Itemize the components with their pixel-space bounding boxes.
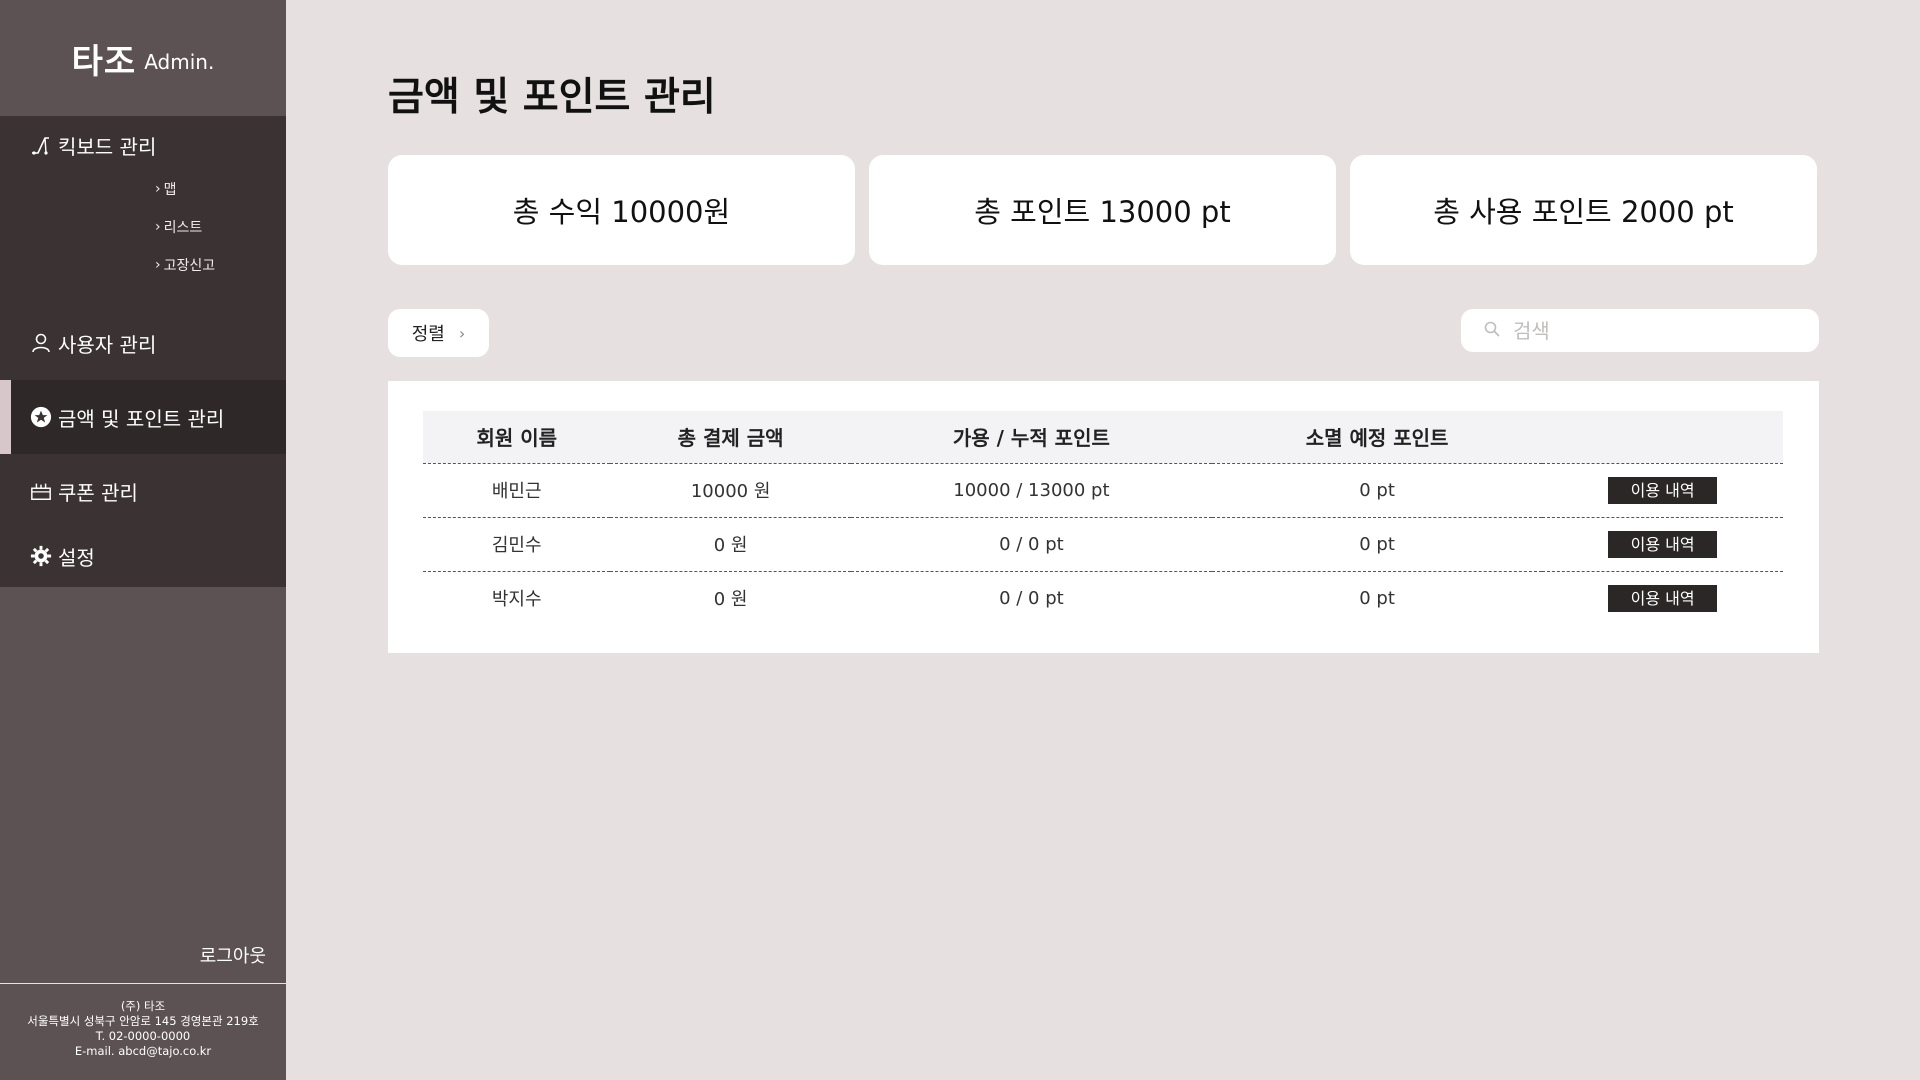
cell-expiring: 0 pt <box>1359 479 1395 501</box>
sidebar-item-kickboard[interactable]: 킥보드 관리 <box>0 116 286 168</box>
chevron-right-icon: › <box>155 181 161 197</box>
footer-company: (주) 타조 <box>120 999 166 1013</box>
cell-expiring: 0 pt <box>1359 587 1395 609</box>
column-header-points[interactable]: 가용 / 누적 포인트 <box>851 411 1212 463</box>
table-row: 배민근 10000 원 10000 / 13000 pt 0 pt 이용 내역 <box>423 463 1783 517</box>
sidebar-item-label: 킥보드 관리 <box>58 134 157 159</box>
coupon-icon <box>30 480 52 502</box>
chevron-right-icon: › <box>458 323 466 343</box>
cell-points: 0 / 0 pt <box>999 533 1064 555</box>
submenu-item-label: 고장신고 <box>163 258 216 274</box>
cell-payment: 10000 원 <box>690 481 771 502</box>
sidebar-divider <box>0 983 286 984</box>
chevron-right-icon: › <box>155 257 161 273</box>
cell-name: 박지수 <box>491 589 542 611</box>
cell-name: 배민근 <box>491 481 542 502</box>
cell-points: 10000 / 13000 pt <box>953 479 1110 501</box>
cell-payment: 0 원 <box>713 535 748 556</box>
kickboard-submenu: › 맵 › 리스트 › 고장신고 <box>0 168 286 306</box>
submenu-item-list[interactable]: › 리스트 <box>0 208 286 246</box>
sort-button[interactable]: 정렬 › <box>388 309 489 357</box>
table-row: 박지수 0 원 0 / 0 pt 0 pt 이용 내역 <box>423 571 1783 625</box>
star-circle-icon <box>30 406 52 428</box>
summary-cards: 총 수익 10000원 총 포인트 13000 pt 총 사용 포인트 2000… <box>388 155 1817 265</box>
column-header-name[interactable]: 회원 이름 <box>423 411 610 463</box>
kickboard-icon <box>30 134 52 156</box>
brand-suffix: Admin. <box>144 50 215 74</box>
sidebar-item-label: 설정 <box>58 545 95 570</box>
usage-history-button[interactable]: 이용 내역 <box>1608 584 1718 612</box>
submenu-item-label: 맵 <box>163 182 177 198</box>
column-header-expiring[interactable]: 소멸 예정 포인트 <box>1212 411 1542 463</box>
table-row: 김민수 0 원 0 / 0 pt 0 pt 이용 내역 <box>423 517 1783 571</box>
sort-button-label: 정렬 <box>411 324 445 345</box>
brand-name: 타조 <box>71 41 137 82</box>
usage-history-button[interactable]: 이용 내역 <box>1608 530 1718 558</box>
sidebar-item-label: 사용자 관리 <box>58 332 157 357</box>
submenu-item-fault-report[interactable]: › 고장신고 <box>0 246 286 284</box>
sidebar-item-label: 금액 및 포인트 관리 <box>58 406 225 431</box>
sidebar-item-users[interactable]: 사용자 관리 <box>0 306 286 380</box>
main-content: 금액 및 포인트 관리 총 수익 10000원 총 포인트 13000 pt 총… <box>286 0 1920 1080</box>
main-nav: 킥보드 관리 › 맵 › 리스트 › 고장신고 사용자 관리 금액 및 포인트 … <box>0 116 286 587</box>
footer-phone: T. 02-0000-0000 <box>95 1029 191 1043</box>
chevron-right-icon: › <box>155 219 161 235</box>
table-header-row: 회원 이름 총 결제 금액 가용 / 누적 포인트 소멸 예정 포인트 <box>423 411 1783 463</box>
search-box[interactable] <box>1461 309 1819 352</box>
points-table-panel: 회원 이름 총 결제 금액 가용 / 누적 포인트 소멸 예정 포인트 배민근 … <box>388 381 1819 653</box>
cell-expiring: 0 pt <box>1359 533 1395 555</box>
sidebar-item-money-points[interactable]: 금액 및 포인트 관리 <box>0 380 286 454</box>
sidebar-item-label: 쿠폰 관리 <box>58 480 138 505</box>
cell-action: 이용 내역 <box>1542 463 1783 517</box>
sidebar-item-settings[interactable]: 설정 <box>0 528 286 584</box>
points-table: 회원 이름 총 결제 금액 가용 / 누적 포인트 소멸 예정 포인트 배민근 … <box>423 411 1783 625</box>
summary-card-revenue: 총 수익 10000원 <box>388 155 855 265</box>
footer-email: E-mail. abcd@tajo.co.kr <box>74 1044 212 1058</box>
submenu-item-label: 리스트 <box>163 220 203 236</box>
user-icon <box>30 332 52 354</box>
summary-card-used-points: 총 사용 포인트 2000 pt <box>1350 155 1817 265</box>
submenu-item-map[interactable]: › 맵 <box>0 170 286 208</box>
page-title: 금액 및 포인트 관리 <box>388 75 716 120</box>
usage-history-button[interactable]: 이용 내역 <box>1608 476 1718 504</box>
sidebar: 타조 Admin. 킥보드 관리 › 맵 › 리스트 › 고장신고 사용자 관리… <box>0 0 286 1080</box>
cell-action: 이용 내역 <box>1542 517 1783 571</box>
search-input[interactable] <box>1511 317 1775 344</box>
gear-icon <box>30 545 52 567</box>
sidebar-item-coupons[interactable]: 쿠폰 관리 <box>0 454 286 528</box>
footer-address: 서울특별시 성북구 안암로 145 경영본관 219호 <box>27 1014 259 1028</box>
summary-card-points: 총 포인트 13000 pt <box>869 155 1336 265</box>
nav-section-kickboard: 킥보드 관리 › 맵 › 리스트 › 고장신고 <box>0 116 286 306</box>
cell-payment: 0 원 <box>713 589 748 611</box>
logout-link[interactable]: 로그아웃 <box>200 942 266 968</box>
column-header-payment[interactable]: 총 결제 금액 <box>610 411 850 463</box>
search-icon <box>1483 320 1511 342</box>
brand-logo[interactable]: 타조 Admin. <box>0 0 286 116</box>
cell-points: 0 / 0 pt <box>999 587 1064 609</box>
column-header-action <box>1542 411 1783 463</box>
company-footer: (주) 타조 서울특별시 성북구 안암로 145 경영본관 219호 T. 02… <box>0 999 286 1059</box>
cell-action: 이용 내역 <box>1542 571 1783 625</box>
cell-name: 김민수 <box>491 535 542 556</box>
